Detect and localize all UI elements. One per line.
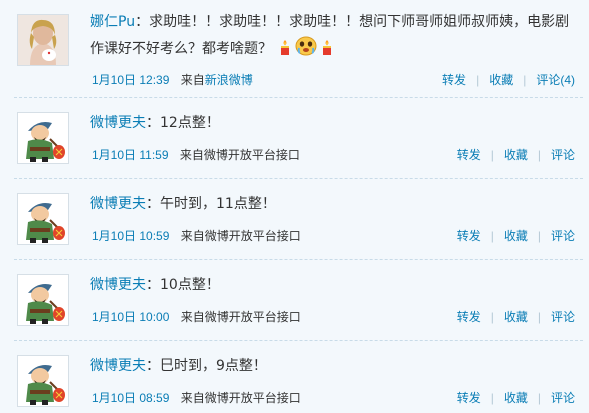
favorite-button[interactable]: 收藏 (504, 229, 528, 243)
crying-face-emoticon (294, 34, 318, 64)
post-content: 10点整！ (160, 277, 220, 293)
post-text: 微博更夫：12点整！ (90, 112, 580, 135)
source-prefix: 来自 (180, 310, 205, 324)
action-separator: | (537, 229, 541, 243)
author-colon: ： (135, 14, 150, 30)
post-content: 午时到，11点整！ (160, 196, 276, 212)
author-name[interactable]: 微博更夫 (90, 196, 146, 212)
avatar[interactable] (17, 193, 69, 245)
divider (14, 97, 583, 98)
source-prefix: 来自 (180, 73, 205, 87)
comment-button[interactable]: 评论 (551, 229, 575, 243)
action-separator: | (476, 73, 480, 87)
avatar[interactable] (17, 355, 69, 407)
source-name: 微博开放平台接口 (204, 229, 301, 243)
action-separator: | (537, 148, 541, 162)
post-meta: 1月10日 08:59 来自微博开放平台接口 (92, 389, 301, 406)
avatar[interactable] (17, 274, 69, 326)
author-name[interactable]: 微博更夫 (90, 115, 146, 131)
favorite-button[interactable]: 收藏 (489, 73, 513, 87)
action-separator: | (490, 391, 494, 405)
post-meta: 1月10日 10:00 来自微博开放平台接口 (92, 308, 301, 325)
favorite-button[interactable]: 收藏 (504, 148, 528, 162)
post-content: 12点整！ (160, 115, 220, 131)
divider (14, 178, 583, 179)
avatar[interactable] (17, 14, 69, 66)
comment-button[interactable]: 评论(4) (536, 73, 575, 87)
post-actions: 转发 | 收藏 | 评论 (457, 227, 575, 244)
action-separator: | (490, 229, 494, 243)
post-time[interactable]: 1月10日 11:59 (92, 148, 169, 162)
source-name: 微博开放平台接口 (204, 310, 301, 324)
author-colon: ： (146, 277, 160, 293)
repost-button[interactable]: 转发 (457, 310, 481, 324)
author-name[interactable]: 微博更夫 (90, 358, 146, 374)
action-separator: | (537, 310, 541, 324)
author-colon: ： (146, 115, 160, 131)
author-name[interactable]: 娜仁Pu (90, 14, 135, 30)
night-watchman-avatar (18, 113, 68, 163)
comment-button[interactable]: 评论 (551, 391, 575, 405)
action-separator: | (490, 148, 494, 162)
post-meta: 1月10日 10:59 来自微博开放平台接口 (92, 227, 301, 244)
post-meta: 1月10日 11:59 来自微博开放平台接口 (92, 146, 300, 163)
weibo-feed: 娜仁Pu：求助哇！！求助哇！！求助哇！！想问下师哥师姐师叔师姨，电影剧 作课好不… (0, 0, 589, 413)
source-prefix: 来自 (180, 229, 205, 243)
post-actions: 转发 | 收藏 | 评论 (457, 389, 575, 406)
source-name: 微博开放平台接口 (204, 391, 301, 405)
post-meta: 1月10日 12:39 来自新浪微博 (92, 71, 253, 88)
candle-emoticon (318, 38, 336, 64)
repost-button[interactable]: 转发 (457, 391, 481, 405)
author-colon: ： (146, 358, 160, 374)
favorite-button[interactable]: 收藏 (504, 310, 528, 324)
source-link[interactable]: 新浪微博 (205, 73, 253, 87)
action-separator: | (537, 391, 541, 405)
action-separator: | (523, 73, 527, 87)
post-text: 微博更夫：巳时到，9点整！ (90, 355, 580, 378)
post-content-line1: 求助哇！！求助哇！！求助哇！！想问下师哥师姐师叔师姨，电影剧 (149, 14, 570, 30)
night-watchman-avatar (18, 275, 68, 325)
repost-button[interactable]: 转发 (442, 73, 466, 87)
repost-button[interactable]: 转发 (457, 148, 481, 162)
night-watchman-avatar (18, 194, 68, 244)
divider (14, 340, 583, 341)
source-name: 微博开放平台接口 (203, 148, 300, 162)
user-avatar-photo (18, 15, 68, 65)
author-colon: ： (146, 196, 160, 212)
post-content-line2: 作课好不好考么？都考啥题？ (90, 41, 272, 57)
comment-button[interactable]: 评论 (551, 310, 575, 324)
post-text: 微博更夫：10点整！ (90, 274, 580, 297)
night-watchman-avatar (18, 356, 68, 406)
post-content: 巳时到，9点整！ (160, 358, 267, 374)
favorite-button[interactable]: 收藏 (504, 391, 528, 405)
candle-emoticon (276, 38, 294, 64)
comment-button[interactable]: 评论 (551, 148, 575, 162)
author-name[interactable]: 微博更夫 (90, 277, 146, 293)
post-actions: 转发 | 收藏 | 评论(4) (442, 71, 575, 88)
repost-button[interactable]: 转发 (457, 229, 481, 243)
post-time[interactable]: 1月10日 10:59 (92, 229, 169, 243)
source-prefix: 来自 (179, 148, 204, 162)
post-text: 娜仁Pu：求助哇！！求助哇！！求助哇！！想问下师哥师姐师叔师姨，电影剧 作课好不… (90, 11, 580, 64)
post-time[interactable]: 1月10日 10:00 (92, 310, 169, 324)
post-time[interactable]: 1月10日 08:59 (92, 391, 169, 405)
avatar[interactable] (17, 112, 69, 164)
post-text: 微博更夫：午时到，11点整！ (90, 193, 580, 216)
post-actions: 转发 | 收藏 | 评论 (457, 146, 575, 163)
post-time[interactable]: 1月10日 12:39 (92, 73, 169, 87)
action-separator: | (490, 310, 494, 324)
source-prefix: 来自 (180, 391, 205, 405)
post-actions: 转发 | 收藏 | 评论 (457, 308, 575, 325)
divider (14, 259, 583, 260)
